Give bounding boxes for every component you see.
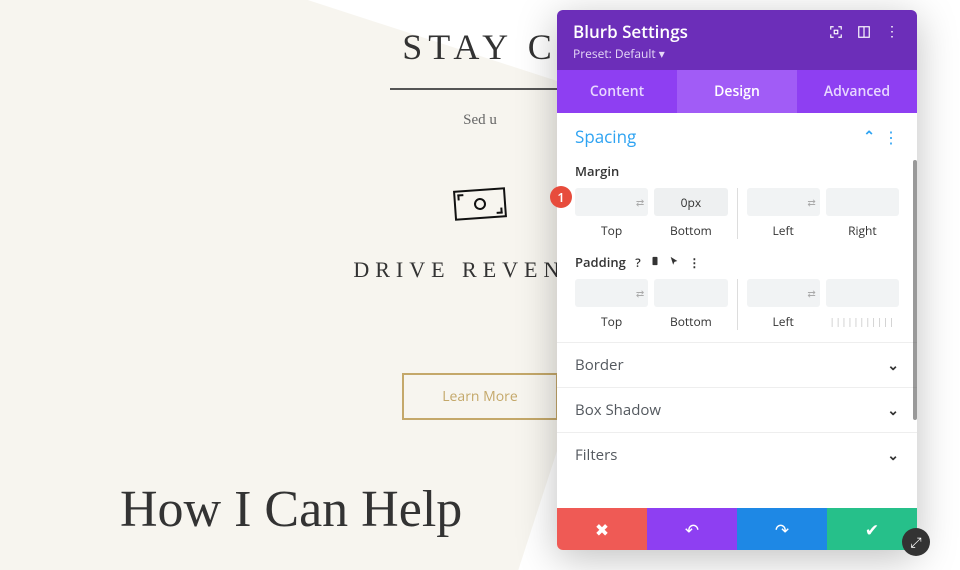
annotation-marker-1: 1 — [550, 186, 572, 208]
padding-label: Padding ? ⋮ — [575, 253, 899, 271]
section-spacing-title: Spacing — [575, 125, 863, 148]
learn-more-button[interactable]: Learn More — [402, 373, 558, 420]
tab-advanced[interactable]: Advanced — [797, 70, 917, 113]
heading-rule — [390, 88, 570, 90]
device-icon[interactable] — [650, 254, 663, 271]
section-filters-header[interactable]: Filters ⌄ — [575, 445, 899, 465]
margin-right-input[interactable] — [826, 188, 899, 216]
panel-header: Blurb Settings ⋮ Preset: Default ▾ — [557, 10, 917, 70]
field-options-icon[interactable]: ⋮ — [688, 254, 700, 271]
scrollbar[interactable] — [913, 160, 917, 420]
chevron-up-icon: ⌃ — [863, 127, 875, 146]
link-icon[interactable]: ⇄ — [807, 286, 815, 300]
panel-title: Blurb Settings — [573, 20, 817, 43]
padding-bottom-input[interactable] — [654, 279, 727, 307]
tab-bar: Content Design Advanced — [557, 70, 917, 113]
chevron-down-icon: ⌄ — [887, 446, 899, 465]
section-spacing-header[interactable]: Spacing ⌃ ⋮ — [575, 125, 899, 148]
chevron-down-icon: ⌄ — [887, 401, 899, 420]
section-border: Border ⌄ — [557, 343, 917, 388]
section-border-header[interactable]: Border ⌄ — [575, 355, 899, 375]
cancel-button[interactable]: ✖ — [557, 508, 647, 550]
preset-dropdown[interactable]: Preset: Default ▾ — [573, 45, 901, 62]
panel-action-bar: ✖ ↶ ↷ ✔ — [557, 508, 917, 550]
chevron-down-icon: ⌄ — [887, 356, 899, 375]
margin-top-label: Top — [601, 222, 622, 239]
check-icon: ✔ — [865, 518, 879, 541]
padding-left-input[interactable]: ⇄ — [747, 279, 820, 307]
link-icon[interactable]: ⇄ — [807, 195, 815, 209]
section-spacing: Spacing ⌃ ⋮ Margin ⇄ Top 0px Bottom ⇄ Le… — [557, 113, 917, 343]
margin-left-label: Left — [772, 222, 793, 239]
section-options-icon[interactable]: ⋮ — [883, 126, 899, 148]
padding-top-label: Top — [601, 313, 622, 330]
link-icon[interactable]: ⇄ — [636, 286, 644, 300]
slider-ruler: ||||||||||| — [830, 315, 895, 328]
money-icon — [453, 187, 507, 221]
section-filters-title: Filters — [575, 445, 887, 465]
margin-top-input[interactable]: ⇄ — [575, 188, 648, 216]
margin-bottom-label: Bottom — [670, 222, 712, 239]
padding-inputs: ⇄ Top Bottom ⇄ Left ||||||||||| — [575, 279, 899, 330]
tab-content[interactable]: Content — [557, 70, 677, 113]
settings-panel: Blurb Settings ⋮ Preset: Default ▾ Conte… — [557, 10, 917, 550]
padding-top-input[interactable]: ⇄ — [575, 279, 648, 307]
expand-icon: ⤢ — [910, 533, 921, 552]
redo-icon: ↷ — [775, 518, 789, 541]
padding-right-input[interactable] — [826, 279, 899, 307]
undo-icon: ↶ — [685, 518, 699, 541]
close-icon: ✖ — [595, 518, 609, 541]
section-border-title: Border — [575, 355, 887, 375]
columns-icon[interactable] — [855, 23, 873, 41]
margin-inputs: ⇄ Top 0px Bottom ⇄ Left Right — [575, 188, 899, 239]
kebab-icon[interactable]: ⋮ — [883, 23, 901, 41]
section-box-shadow-header[interactable]: Box Shadow ⌄ — [575, 400, 899, 420]
hover-icon[interactable] — [669, 254, 682, 271]
section-box-shadow-title: Box Shadow — [575, 400, 887, 420]
section-box-shadow: Box Shadow ⌄ — [557, 388, 917, 433]
padding-left-label: Left — [772, 313, 793, 330]
undo-button[interactable]: ↶ — [647, 508, 737, 550]
help-icon[interactable]: ? — [635, 254, 640, 271]
expand-handle-button[interactable]: ⤢ — [902, 528, 930, 556]
margin-right-label: Right — [848, 222, 877, 239]
margin-left-input[interactable]: ⇄ — [747, 188, 820, 216]
focus-icon[interactable] — [827, 23, 845, 41]
redo-button[interactable]: ↷ — [737, 508, 827, 550]
padding-bottom-label: Bottom — [670, 313, 712, 330]
margin-bottom-input[interactable]: 0px — [654, 188, 727, 216]
margin-label: Margin — [575, 162, 899, 180]
link-icon[interactable]: ⇄ — [636, 195, 644, 209]
section-filters: Filters ⌄ — [557, 433, 917, 477]
tab-design[interactable]: Design — [677, 70, 797, 113]
